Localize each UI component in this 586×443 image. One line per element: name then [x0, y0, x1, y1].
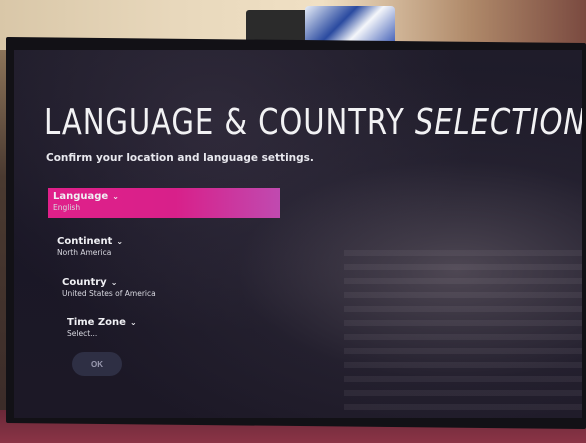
menu-item-label: Continent: [57, 236, 113, 247]
screen-glare: [344, 250, 582, 410]
chevron-down-icon: ⌄: [129, 318, 137, 327]
menu-item-value: United States of America: [62, 289, 156, 298]
page-title: LANGUAGE & COUNTRY SELECTION: [44, 102, 582, 143]
menu-item-language[interactable]: Language ⌄ English: [48, 188, 280, 218]
menu-item-continent[interactable]: Continent ⌄ North America: [57, 236, 123, 257]
menu-item-value: English: [53, 203, 81, 212]
page-subtitle: Confirm your location and language setti…: [46, 152, 314, 164]
title-main: LANGUAGE & COUNTRY: [44, 102, 415, 143]
title-italic: SELECTION: [414, 102, 582, 143]
menu-item-label: Country: [62, 277, 107, 288]
menu-item-value: North America: [57, 248, 112, 257]
menu-item-label: Language: [53, 191, 109, 202]
chevron-down-icon: ⌄: [112, 192, 119, 201]
menu-item-label: Time Zone: [67, 317, 126, 328]
menu-item-time-zone[interactable]: Time Zone ⌄ Select...: [67, 317, 137, 338]
tv-screen: LANGUAGE & COUNTRY SELECTION Confirm you…: [14, 50, 582, 418]
menu-item-value: Select...: [67, 329, 98, 338]
menu-item-country[interactable]: Country ⌄ United States of America: [62, 277, 156, 298]
chevron-down-icon: ⌄: [116, 237, 124, 246]
ok-button[interactable]: OK: [72, 352, 122, 376]
chevron-down-icon: ⌄: [110, 278, 118, 287]
